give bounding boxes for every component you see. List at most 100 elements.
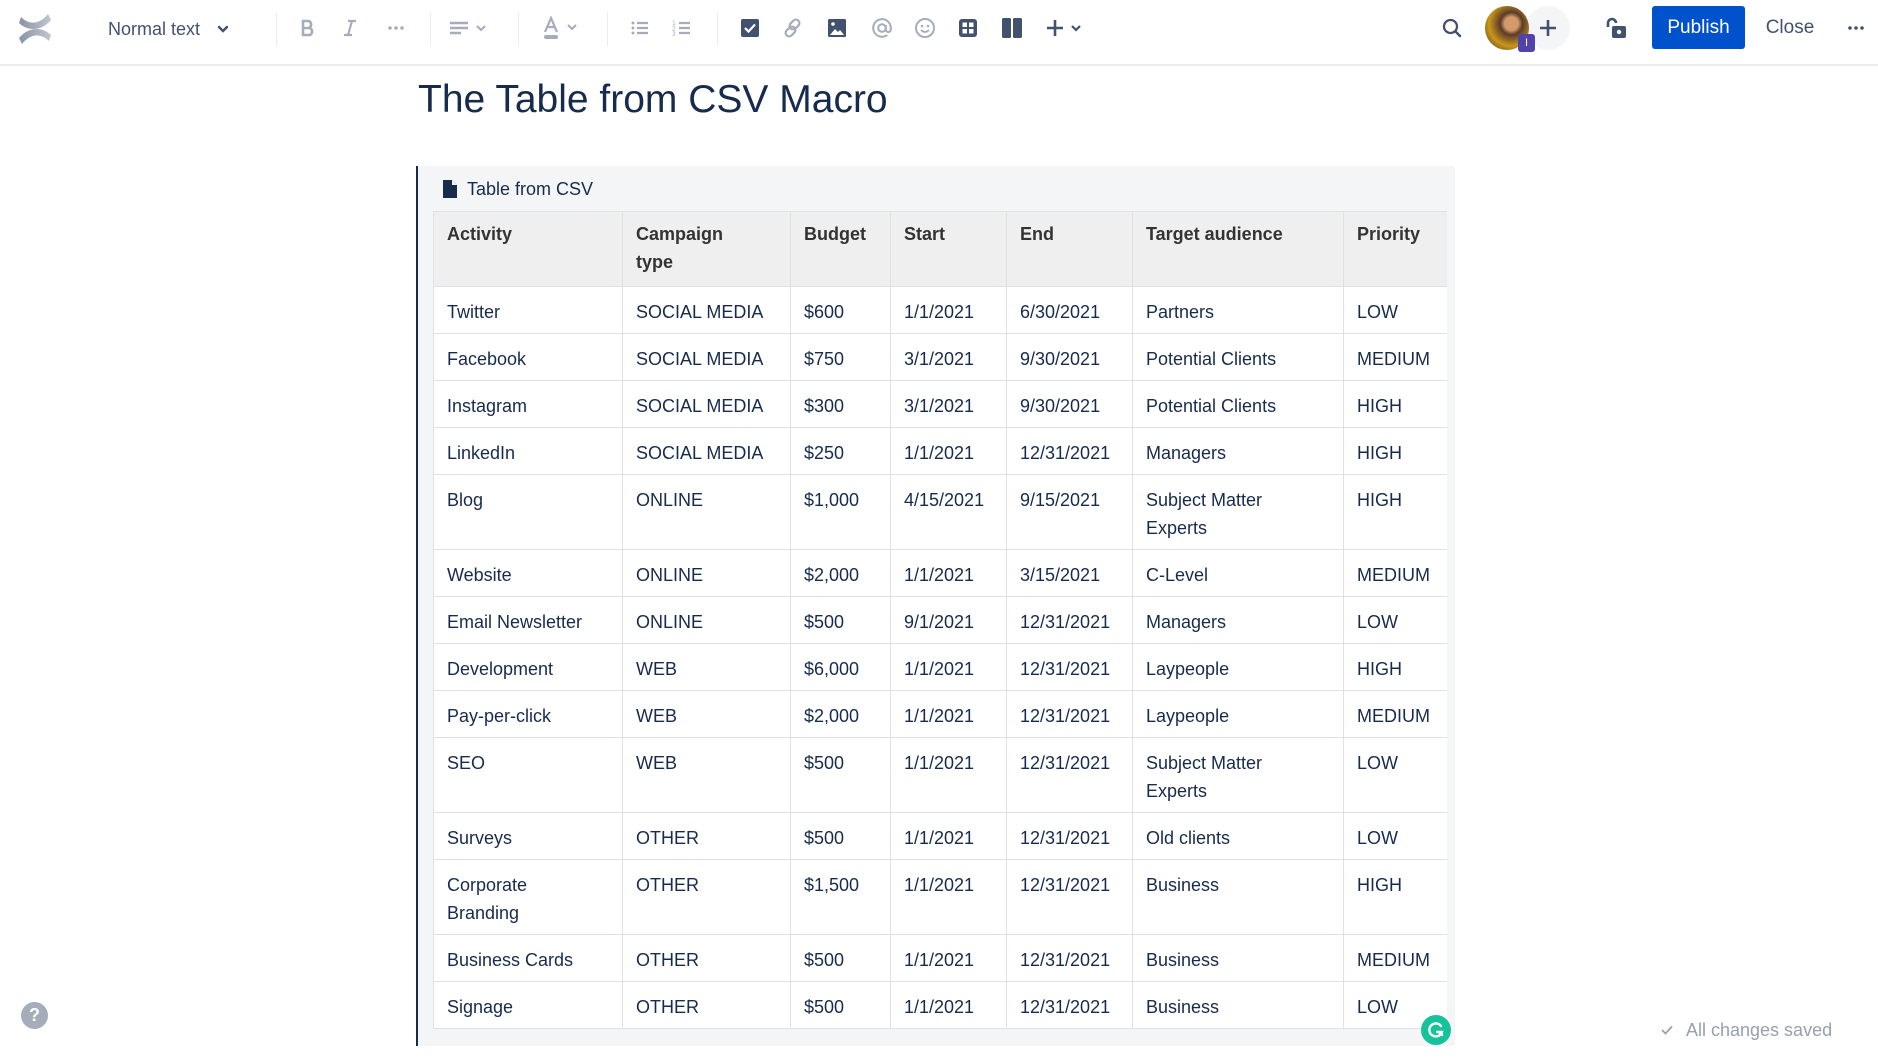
column-header-start[interactable]: Start <box>890 211 1007 287</box>
column-header-campaign-type[interactable]: Campaign type <box>622 211 791 287</box>
table-cell-activity[interactable]: Business Cards <box>433 934 623 982</box>
table-cell-campaign-type[interactable]: ONLINE <box>622 474 791 550</box>
table-cell-end[interactable]: 9/30/2021 <box>1006 380 1133 428</box>
table-cell-end[interactable]: 12/31/2021 <box>1006 934 1133 982</box>
table-cell-end[interactable]: 12/31/2021 <box>1006 643 1133 691</box>
link-icon[interactable] <box>779 14 807 42</box>
table-cell-start[interactable]: 1/1/2021 <box>890 812 1007 860</box>
table-cell-start[interactable]: 1/1/2021 <box>890 690 1007 738</box>
table-cell-budget[interactable]: $600 <box>790 286 891 334</box>
table-cell-budget[interactable]: $250 <box>790 427 891 475</box>
text-style-dropdown[interactable]: Normal text <box>108 16 230 42</box>
table-cell-budget[interactable]: $6,000 <box>790 643 891 691</box>
table-cell-budget[interactable]: $1,000 <box>790 474 891 550</box>
table-cell-start[interactable]: 1/1/2021 <box>890 427 1007 475</box>
table-cell-target-audience[interactable]: Potential Clients <box>1132 380 1344 428</box>
table-cell-campaign-type[interactable]: SOCIAL MEDIA <box>622 286 791 334</box>
table-cell-priority[interactable]: MEDIUM <box>1343 690 1447 738</box>
table-cell-activity[interactable]: Pay-per-click <box>433 690 623 738</box>
table-cell-campaign-type[interactable]: OTHER <box>622 859 791 935</box>
bullet-list-icon[interactable] <box>626 14 654 42</box>
table-cell-campaign-type[interactable]: ONLINE <box>622 596 791 644</box>
table-cell-activity[interactable]: Blog <box>433 474 623 550</box>
table-cell-end[interactable]: 6/30/2021 <box>1006 286 1133 334</box>
table-cell-start[interactable]: 1/1/2021 <box>890 981 1007 1029</box>
grammarly-icon[interactable] <box>1421 1015 1451 1045</box>
table-cell-campaign-type[interactable]: OTHER <box>622 934 791 982</box>
table-cell-budget[interactable]: $500 <box>790 934 891 982</box>
table-icon[interactable] <box>954 14 982 42</box>
table-cell-activity[interactable]: Signage <box>433 981 623 1029</box>
table-cell-start[interactable]: 1/1/2021 <box>890 643 1007 691</box>
table-cell-activity[interactable]: Corporate Branding <box>433 859 623 935</box>
table-cell-budget[interactable]: $500 <box>790 596 891 644</box>
page-title[interactable]: The Table from CSV Macro <box>418 78 888 122</box>
confluence-logo-icon[interactable] <box>17 11 53 47</box>
table-cell-target-audience[interactable]: Subject Matter Experts <box>1132 474 1344 550</box>
table-cell-end[interactable]: 12/31/2021 <box>1006 859 1133 935</box>
table-cell-budget[interactable]: $2,000 <box>790 549 891 597</box>
close-button[interactable]: Close <box>1760 6 1820 49</box>
alignment-dropdown[interactable] <box>446 14 494 42</box>
column-header-target-audience[interactable]: Target audience <box>1132 211 1344 287</box>
restrictions-unlocked-icon[interactable] <box>1602 14 1630 42</box>
table-cell-campaign-type[interactable]: ONLINE <box>622 549 791 597</box>
search-icon[interactable] <box>1438 14 1466 42</box>
emoji-icon[interactable] <box>911 14 939 42</box>
table-cell-budget[interactable]: $300 <box>790 380 891 428</box>
table-cell-target-audience[interactable]: Potential Clients <box>1132 333 1344 381</box>
table-cell-end[interactable]: 12/31/2021 <box>1006 812 1133 860</box>
help-button[interactable]: ? <box>21 1002 48 1029</box>
action-item-icon[interactable] <box>736 14 764 42</box>
table-cell-activity[interactable]: Facebook <box>433 333 623 381</box>
table-cell-campaign-type[interactable]: WEB <box>622 643 791 691</box>
table-cell-end[interactable]: 3/15/2021 <box>1006 549 1133 597</box>
table-cell-priority[interactable]: LOW <box>1343 286 1447 334</box>
table-cell-budget[interactable]: $500 <box>790 812 891 860</box>
table-cell-target-audience[interactable]: Business <box>1132 934 1344 982</box>
insert-dropdown[interactable] <box>1042 14 1088 42</box>
table-cell-campaign-type[interactable]: SOCIAL MEDIA <box>622 380 791 428</box>
table-cell-campaign-type[interactable]: WEB <box>622 690 791 738</box>
column-header-priority[interactable]: Priority <box>1343 211 1447 287</box>
table-cell-start[interactable]: 1/1/2021 <box>890 859 1007 935</box>
table-cell-activity[interactable]: LinkedIn <box>433 427 623 475</box>
table-cell-priority[interactable]: HIGH <box>1343 474 1447 550</box>
column-header-activity[interactable]: Activity <box>433 211 623 287</box>
table-cell-budget[interactable]: $1,500 <box>790 859 891 935</box>
table-cell-priority[interactable]: HIGH <box>1343 643 1447 691</box>
text-color-dropdown[interactable] <box>540 14 586 42</box>
table-cell-target-audience[interactable]: Laypeople <box>1132 643 1344 691</box>
table-cell-budget[interactable]: $2,000 <box>790 690 891 738</box>
table-cell-start[interactable]: 1/1/2021 <box>890 934 1007 982</box>
table-cell-activity[interactable]: Website <box>433 549 623 597</box>
table-cell-priority[interactable]: MEDIUM <box>1343 333 1447 381</box>
table-cell-target-audience[interactable]: Business <box>1132 981 1344 1029</box>
table-cell-target-audience[interactable]: Partners <box>1132 286 1344 334</box>
table-cell-start[interactable]: 9/1/2021 <box>890 596 1007 644</box>
table-cell-priority[interactable]: MEDIUM <box>1343 934 1447 982</box>
table-cell-target-audience[interactable]: Managers <box>1132 596 1344 644</box>
italic-icon[interactable] <box>336 14 364 42</box>
table-from-csv-macro[interactable]: Table from CSV Activity Campaign type Budg… <box>416 166 1455 1046</box>
table-cell-campaign-type[interactable]: OTHER <box>622 981 791 1029</box>
table-cell-priority[interactable]: LOW <box>1343 737 1447 813</box>
avatar[interactable]: I <box>1485 6 1535 52</box>
table-cell-start[interactable]: 4/15/2021 <box>890 474 1007 550</box>
table-cell-priority[interactable]: LOW <box>1343 812 1447 860</box>
table-cell-end[interactable]: 12/31/2021 <box>1006 690 1133 738</box>
table-cell-activity[interactable]: Instagram <box>433 380 623 428</box>
table-cell-budget[interactable]: $750 <box>790 333 891 381</box>
table-cell-end[interactable]: 12/31/2021 <box>1006 981 1133 1029</box>
table-cell-target-audience[interactable]: Business <box>1132 859 1344 935</box>
table-cell-activity[interactable]: Email Newsletter <box>433 596 623 644</box>
table-cell-campaign-type[interactable]: SOCIAL MEDIA <box>622 333 791 381</box>
column-header-budget[interactable]: Budget <box>790 211 891 287</box>
table-cell-campaign-type[interactable]: OTHER <box>622 812 791 860</box>
table-cell-end[interactable]: 12/31/2021 <box>1006 596 1133 644</box>
table-cell-start[interactable]: 1/1/2021 <box>890 286 1007 334</box>
table-cell-activity[interactable]: Twitter <box>433 286 623 334</box>
more-actions-icon[interactable] <box>1842 14 1870 42</box>
table-cell-campaign-type[interactable]: SOCIAL MEDIA <box>622 427 791 475</box>
table-cell-priority[interactable]: HIGH <box>1343 859 1447 935</box>
